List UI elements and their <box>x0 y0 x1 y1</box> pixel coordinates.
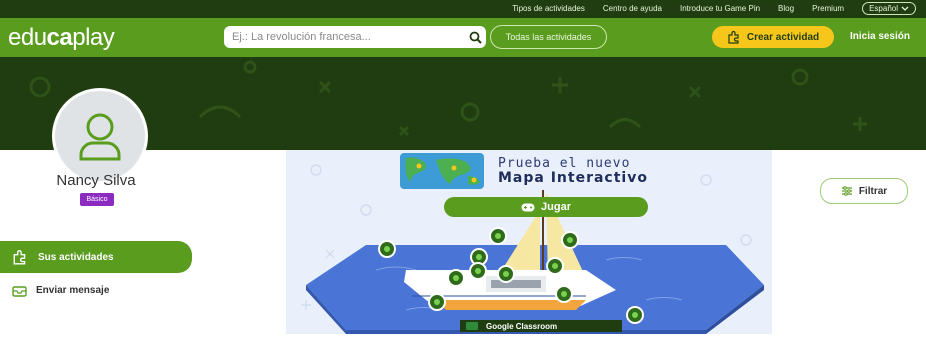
filter-icon <box>841 186 852 196</box>
all-activities-button[interactable]: Todas las actividades <box>490 25 607 49</box>
puzzle-icon <box>728 30 739 44</box>
envelope-icon <box>12 285 27 297</box>
sidebar-item-my-activities[interactable]: Sus actividades <box>0 241 192 273</box>
educaplay-logo[interactable]: educaplay <box>8 24 115 52</box>
google-classroom-bar: Google Classroom <box>460 320 622 332</box>
filter-button[interactable]: Filtrar <box>820 178 908 204</box>
top-links: Tipos de actividades Centro de ayuda Int… <box>512 2 916 15</box>
top-link-game-pin[interactable]: Introduce tu Game Pin <box>680 4 760 13</box>
user-icon <box>79 113 121 161</box>
avatar[interactable] <box>52 88 148 184</box>
plan-badge: Básico <box>80 193 114 206</box>
sidebar-item-label: Enviar mensaje <box>36 284 110 296</box>
chevron-down-icon <box>901 6 909 11</box>
google-classroom-label: Google Classroom <box>486 321 558 331</box>
header: Tipos de actividades Centro de ayuda Int… <box>0 0 926 57</box>
promo-line-1: Prueba el nuevo <box>498 156 631 171</box>
top-link-blog[interactable]: Blog <box>778 4 794 13</box>
search-input[interactable]: Ej.: La revolución francesa... <box>232 31 464 43</box>
play-label: Jugar <box>541 201 571 213</box>
puzzle-icon <box>13 250 26 265</box>
filter-label: Filtrar <box>858 185 888 197</box>
sidebar-item-send-message[interactable]: Enviar mensaje <box>0 280 192 300</box>
promo-banner[interactable]: Prueba el nuevo Mapa Interactivo Jugar G… <box>286 150 772 334</box>
create-activity-button[interactable]: Crear actividad <box>712 26 834 48</box>
google-classroom-icon <box>466 322 478 330</box>
create-activity-label: Crear actividad <box>746 31 820 43</box>
language-label: Español <box>869 4 898 13</box>
gamepad-icon <box>521 203 535 211</box>
top-link-activity-types[interactable]: Tipos de actividades <box>512 4 585 13</box>
profile-name: Nancy Silva <box>56 172 136 189</box>
promo-line-2: Mapa Interactivo <box>498 170 648 186</box>
top-link-help-center[interactable]: Centro de ayuda <box>603 4 662 13</box>
top-strip: Tipos de actividades Centro de ayuda Int… <box>0 0 926 18</box>
search-box[interactable]: Ej.: La revolución francesa... <box>224 26 486 48</box>
login-link[interactable]: Inicia sesión <box>850 31 910 42</box>
search-icon[interactable] <box>464 26 486 48</box>
top-link-premium[interactable]: Premium <box>812 4 844 13</box>
language-selector[interactable]: Español <box>862 2 916 15</box>
play-button[interactable]: Jugar <box>444 197 648 217</box>
sidebar-item-label: Sus actividades <box>38 251 114 263</box>
